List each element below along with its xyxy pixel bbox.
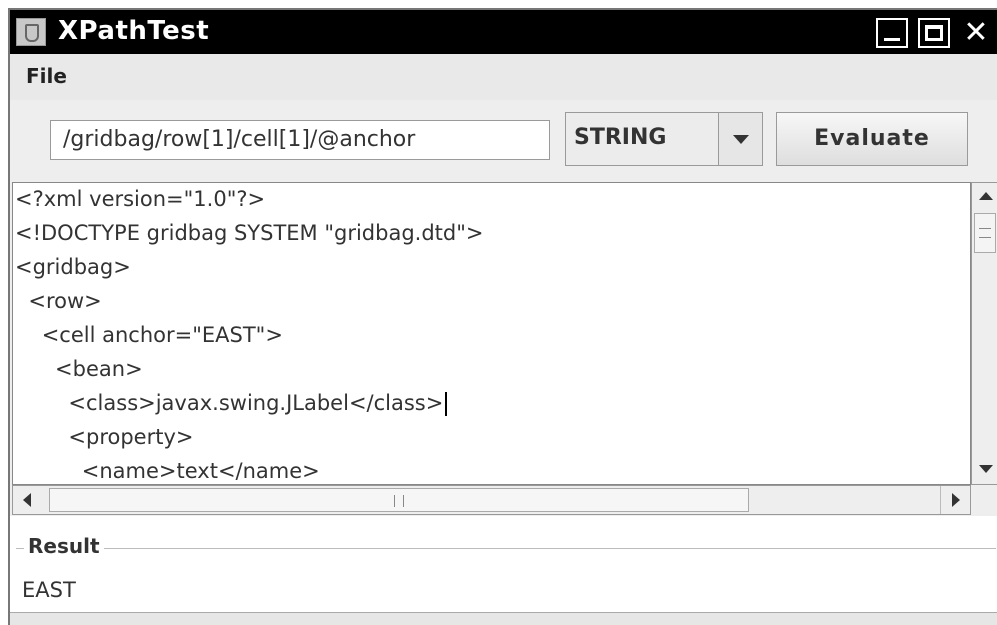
close-icon[interactable]: ✕ (960, 18, 992, 48)
menu-bar: File (10, 54, 997, 100)
chevron-down-icon[interactable] (718, 113, 762, 165)
xpath-input[interactable]: /gridbag/row[1]/cell[1]/@anchor (50, 120, 550, 160)
evaluate-button[interactable]: Evaluate (776, 112, 968, 166)
horizontal-scroll-thumb[interactable] (49, 488, 749, 512)
code-line-text: <class>javax.swing.JLabel</class> (15, 391, 444, 415)
result-panel: Result EAST (10, 516, 997, 612)
result-type-select[interactable]: STRING (565, 112, 763, 166)
scroll-up-icon[interactable] (972, 183, 997, 211)
scroll-left-icon[interactable] (13, 486, 43, 514)
window-title: XPathTest (58, 16, 210, 46)
code-line: <property> (15, 425, 194, 449)
xpathtest-window: XPathTest ✕ File /gridbag/row[1]/cell[1]… (8, 8, 997, 625)
scroll-right-icon[interactable] (940, 486, 970, 514)
result-type-value: STRING (574, 125, 667, 150)
code-line: <name>text</name> (15, 459, 320, 483)
code-line: <bean> (15, 357, 143, 381)
text-caret (445, 392, 448, 416)
vertical-scroll-thumb[interactable] (974, 213, 996, 253)
horizontal-scrollbar[interactable] (12, 485, 971, 515)
code-line-with-caret: <class>javax.swing.JLabel</class> (15, 391, 448, 416)
maximize-icon[interactable] (918, 18, 950, 48)
code-line: <gridbag> (15, 255, 131, 279)
scroll-down-icon[interactable] (972, 456, 997, 484)
vertical-scrollbar[interactable] (971, 182, 997, 485)
window-bottom-edge (10, 612, 997, 625)
result-divider (16, 548, 996, 549)
minimize-icon[interactable] (876, 18, 908, 48)
code-line: <cell anchor="EAST"> (15, 323, 283, 347)
result-title: Result (24, 534, 104, 558)
code-line: <row> (15, 289, 102, 313)
title-bar[interactable]: XPathTest ✕ (10, 10, 997, 54)
menu-file[interactable]: File (26, 64, 67, 88)
result-value[interactable]: EAST (22, 578, 76, 602)
xml-editor[interactable]: <?xml version="1.0"?> <!DOCTYPE gridbag … (12, 182, 971, 485)
java-cup-icon[interactable] (16, 18, 46, 46)
code-line: <?xml version="1.0"?> (15, 187, 266, 211)
code-line: <!DOCTYPE gridbag SYSTEM "gridbag.dtd"> (15, 221, 484, 245)
